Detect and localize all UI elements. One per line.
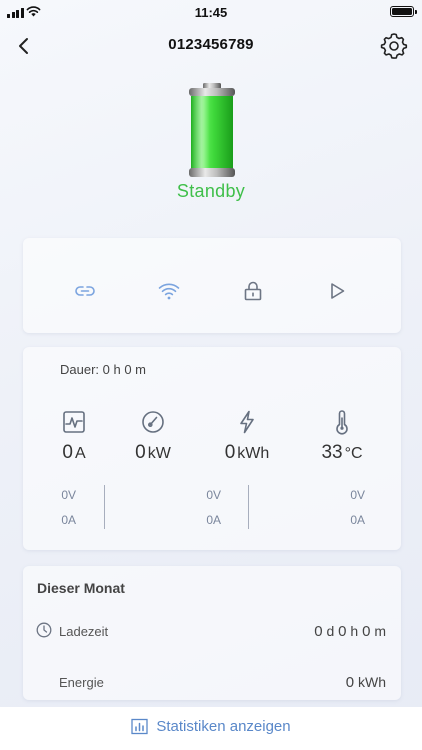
charge-time-value: 0 d 0 h 0 m: [314, 623, 386, 640]
bar-chart-icon: [131, 718, 149, 735]
link-icon[interactable]: [73, 279, 97, 303]
play-icon[interactable]: [325, 279, 349, 303]
energy-total-value: 0 kWh: [345, 674, 386, 691]
temperature-unit: °C: [344, 445, 363, 462]
pulse-icon: [63, 411, 85, 433]
phone-battery-icon: [390, 6, 417, 17]
status-time: 11:45: [194, 5, 228, 20]
phase-divider: [248, 485, 249, 529]
phase3-voltage: 0V: [350, 488, 365, 502]
temperature-value: 33: [321, 442, 343, 463]
wifi-icon[interactable]: [157, 279, 181, 303]
phase3-current: 0A: [350, 513, 365, 527]
phase2-voltage: 0V: [206, 488, 221, 502]
monthly-summary-card: Dieser Monat Ladezeit 0 d 0 h 0 m Energi…: [23, 566, 401, 700]
energy-unit: kWh: [237, 445, 270, 462]
live-stats-card: Dauer: 0 h 0 m 0A 0 kW 0 kWh 33 °C 0V 0A 0V: [23, 347, 401, 550]
bottom-bar: Statistiken anzeigen: [0, 707, 422, 750]
current-value: 0: [62, 442, 73, 463]
thermometer-icon: [336, 410, 348, 435]
current-unit: A: [74, 445, 86, 462]
clock-icon: [36, 622, 52, 638]
energy-metric: 0 kWh: [207, 409, 287, 464]
lock-icon[interactable]: [241, 279, 265, 303]
show-statistics-label: Statistiken anzeigen: [156, 718, 291, 735]
phase1-current: 0A: [61, 513, 76, 527]
status-bar: 11:45: [0, 0, 422, 24]
gauge-icon: [142, 411, 164, 433]
phase1-voltage: 0V: [61, 488, 76, 502]
charger-status-label: Standby: [176, 181, 246, 201]
controls-card: [23, 238, 401, 333]
power-unit: kW: [147, 445, 171, 462]
phase2-current: 0A: [206, 513, 221, 527]
session-duration: Dauer: 0 h 0 m: [60, 362, 146, 377]
power-metric: 0 kW: [113, 409, 193, 464]
current-metric: 0A: [34, 409, 114, 464]
show-statistics-button[interactable]: Statistiken anzeigen: [0, 718, 422, 735]
charger-battery-icon: [189, 83, 235, 177]
page-title: 0123456789: [168, 36, 254, 53]
settings-gear-icon[interactable]: [380, 32, 408, 60]
energy-label: Energie: [59, 675, 104, 690]
energy-value: 0: [224, 442, 236, 463]
temperature-metric: 33 °C: [302, 409, 382, 464]
phase-divider: [104, 485, 105, 529]
power-value: 0: [135, 442, 146, 463]
charge-time-label: Ladezeit: [59, 624, 109, 639]
lightning-icon: [240, 410, 254, 434]
header: 0123456789: [0, 28, 422, 64]
month-title: Dieser Monat: [37, 580, 125, 596]
